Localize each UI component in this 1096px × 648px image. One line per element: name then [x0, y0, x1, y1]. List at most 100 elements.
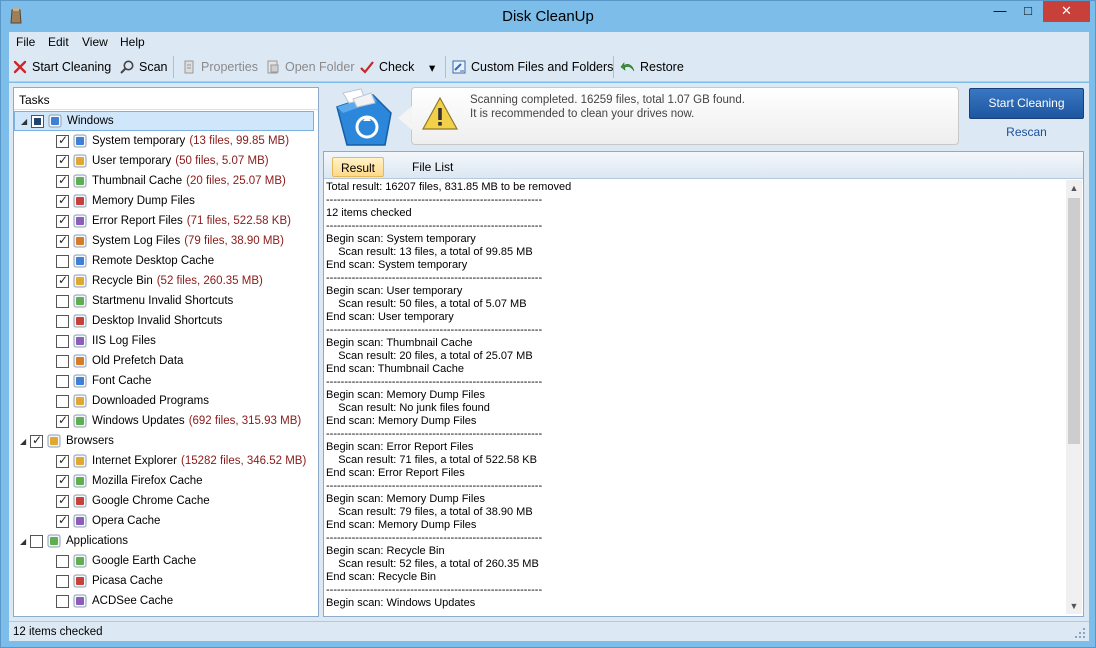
close-button[interactable]: ✕: [1043, 1, 1090, 22]
task-group-windows[interactable]: ◢ Windows: [14, 111, 314, 131]
task-item[interactable]: Google Chrome Cache: [14, 491, 314, 511]
task-label: Memory Dump Files: [92, 195, 195, 207]
task-item[interactable]: Memory Dump Files: [14, 191, 314, 211]
result-tabs: Result File List: [324, 152, 1083, 179]
task-label: Windows: [67, 115, 114, 127]
task-label: Startmenu Invalid Shortcuts: [92, 295, 234, 307]
checkbox[interactable]: [56, 594, 69, 608]
result-line: ----------------------------------------…: [326, 584, 543, 596]
task-group-browsers[interactable]: ◢ Browsers: [14, 431, 314, 451]
task-item[interactable]: Startmenu Invalid Shortcuts: [14, 291, 314, 311]
checkbox[interactable]: [56, 394, 69, 408]
result-line: ----------------------------------------…: [326, 324, 543, 336]
task-item[interactable]: User temporary(50 files, 5.07 MB): [14, 151, 314, 171]
task-item[interactable]: Opera Cache: [14, 511, 314, 531]
result-line: Begin scan: System temporary: [326, 233, 476, 245]
scroll-thumb[interactable]: [1068, 198, 1080, 444]
checkbox[interactable]: [56, 173, 69, 188]
task-item[interactable]: Remote Desktop Cache: [14, 251, 314, 271]
custom-files-folders-button[interactable]: Custom Files and Folders: [451, 57, 613, 77]
minimize-button[interactable]: —: [986, 1, 1014, 22]
scan-button[interactable]: Scan: [119, 57, 168, 77]
task-item[interactable]: Recycle Bin(52 files, 260.35 MB): [14, 271, 314, 291]
scroll-down-arrow[interactable]: ▼: [1066, 598, 1082, 614]
task-item[interactable]: System Log Files(79 files, 38.90 MB): [14, 231, 314, 251]
result-line: Scan result: 79 files, a total of 38.90 …: [326, 506, 533, 518]
magnifier-icon: [120, 60, 134, 74]
expander-arrow-icon[interactable]: ◢: [20, 537, 30, 546]
open-folder-button[interactable]: Open Folder: [265, 57, 354, 77]
expander-arrow-icon[interactable]: ◢: [21, 117, 31, 126]
task-label: Remote Desktop Cache: [92, 255, 215, 267]
checkbox[interactable]: [56, 193, 69, 208]
checkbox[interactable]: [56, 453, 69, 468]
open-folder-icon: [267, 60, 279, 74]
task-item[interactable]: Picasa Cache: [14, 571, 314, 591]
task-item[interactable]: System temporary(13 files, 99.85 MB): [14, 131, 314, 151]
tab-result[interactable]: Result: [332, 157, 385, 177]
checkbox[interactable]: [56, 493, 69, 508]
task-item[interactable]: Windows Updates(692 files, 315.93 MB): [14, 411, 314, 431]
task-item[interactable]: ACDSee Cache: [14, 591, 314, 611]
checkbox[interactable]: [56, 213, 69, 228]
checkbox[interactable]: [31, 114, 44, 128]
iis-icon: [73, 334, 87, 348]
checkbox[interactable]: [56, 153, 69, 168]
checkbox[interactable]: [56, 294, 69, 308]
checkbox[interactable]: [56, 133, 69, 148]
checkbox[interactable]: [30, 433, 43, 448]
scroll-up-arrow[interactable]: ▲: [1066, 180, 1082, 196]
properties-label: Properties: [201, 60, 258, 74]
tab-file-list[interactable]: File List: [404, 157, 461, 177]
start-cleaning-button[interactable]: Start Cleaning: [969, 88, 1084, 119]
task-label: Opera Cache: [92, 515, 161, 527]
resize-grip-icon[interactable]: [1074, 627, 1086, 639]
checkbox[interactable]: [30, 534, 43, 548]
task-item[interactable]: Desktop Invalid Shortcuts: [14, 311, 314, 331]
maximize-button[interactable]: □: [1014, 1, 1042, 22]
warning-icon: [422, 96, 458, 130]
tasks-panel: Tasks ◢ Windows System temporary(13 files,…: [13, 87, 319, 617]
task-item[interactable]: Font Cache: [14, 371, 314, 391]
status-bar: 12 items checked: [9, 621, 1089, 641]
check-button[interactable]: Check: [359, 57, 414, 77]
windows-logo-icon: [48, 114, 62, 128]
checkbox[interactable]: [56, 473, 69, 488]
restore-button[interactable]: Restore: [620, 57, 684, 77]
expander-arrow-icon[interactable]: ◢: [20, 437, 30, 446]
checkbox[interactable]: [56, 314, 69, 328]
task-item[interactable]: Error Report Files(71 files, 522.58 KB): [14, 211, 314, 231]
task-item[interactable]: IIS Log Files: [14, 331, 314, 351]
checkbox[interactable]: [56, 254, 69, 268]
task-item[interactable]: Mozilla Firefox Cache: [14, 471, 314, 491]
checkbox[interactable]: [56, 554, 69, 568]
result-line: ----------------------------------------…: [326, 480, 543, 492]
menu-edit[interactable]: Edit: [48, 35, 69, 49]
task-item[interactable]: Internet Explorer(15282 files, 346.52 MB…: [14, 451, 314, 471]
checkbox[interactable]: [56, 574, 69, 588]
task-item[interactable]: Thumbnail Cache(20 files, 25.07 MB): [14, 171, 314, 191]
checkbox[interactable]: [56, 354, 69, 368]
menu-help[interactable]: Help: [120, 35, 145, 49]
checkbox[interactable]: [56, 233, 69, 248]
result-line: ----------------------------------------…: [326, 376, 543, 388]
menu-view[interactable]: View: [82, 35, 108, 49]
checkbox[interactable]: [56, 334, 69, 348]
check-dropdown-arrow[interactable]: ▾: [429, 57, 435, 77]
task-item[interactable]: Google Earth Cache: [14, 551, 314, 571]
checkbox[interactable]: [56, 273, 69, 288]
task-group-applications[interactable]: ◢ Applications: [14, 531, 314, 551]
check-label: Check: [379, 60, 415, 74]
checkbox[interactable]: [56, 513, 69, 528]
checkbox[interactable]: [56, 374, 69, 388]
rescan-link[interactable]: Rescan: [969, 125, 1084, 139]
start-cleaning-toolbar-button[interactable]: Start Cleaning: [12, 57, 111, 77]
opera-icon: [73, 514, 87, 528]
checkbox[interactable]: [56, 413, 69, 428]
result-scrollbar[interactable]: ▲ ▼: [1066, 180, 1082, 614]
properties-button[interactable]: Properties: [181, 57, 258, 77]
task-item[interactable]: Old Prefetch Data: [14, 351, 314, 371]
task-item[interactable]: Downloaded Programs: [14, 391, 314, 411]
menu-file[interactable]: File: [16, 35, 35, 49]
ie-icon: [73, 454, 87, 468]
